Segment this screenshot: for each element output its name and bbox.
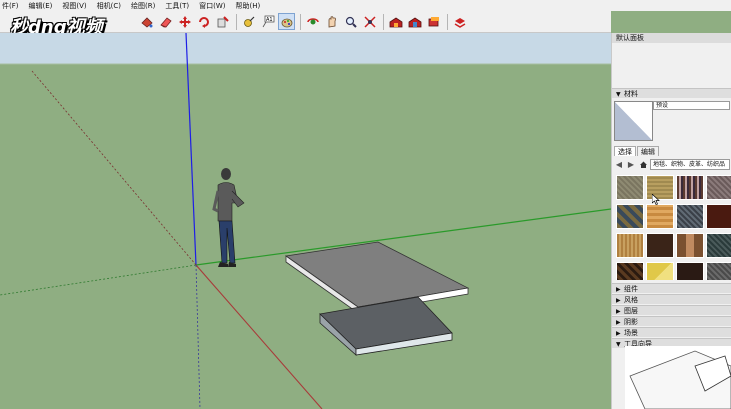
offset-icon[interactable] bbox=[214, 13, 231, 30]
chevron-down-icon: ▼ bbox=[616, 91, 621, 98]
forward-arrow-icon[interactable]: ▶ bbox=[626, 159, 636, 169]
materials-header[interactable]: ▼ 材料 bbox=[612, 88, 731, 98]
scene-canvas[interactable] bbox=[0, 33, 611, 409]
back-arrow-icon[interactable]: ◀ bbox=[614, 159, 624, 169]
styles-section[interactable]: ▶ 风格 bbox=[612, 294, 731, 304]
default-tray-panel: 默认面板 ▼ 材料 预设 选择 编辑 ◀ ▶ 地毯、织物、皮革、纺织品 ▶ 组件… bbox=[611, 33, 731, 409]
material-swatch[interactable] bbox=[706, 233, 731, 258]
components-section[interactable]: ▶ 组件 bbox=[612, 283, 731, 293]
component-icon[interactable] bbox=[425, 13, 442, 30]
chevron-down-icon: ▼ bbox=[616, 341, 621, 348]
materials-tabs: 选择 编辑 bbox=[614, 146, 660, 156]
tab-edit[interactable]: 编辑 bbox=[637, 146, 659, 156]
material-swatch[interactable] bbox=[616, 204, 644, 229]
extension-warehouse-icon[interactable] bbox=[406, 13, 423, 30]
material-swatch[interactable] bbox=[646, 175, 674, 200]
material-swatch[interactable] bbox=[646, 233, 674, 258]
modeling-viewport[interactable] bbox=[0, 33, 611, 409]
material-name-field[interactable]: 预设 bbox=[653, 101, 730, 110]
material-swatch[interactable] bbox=[616, 262, 644, 280]
material-library-select[interactable]: 地毯、织物、皮革、纺织品 bbox=[650, 158, 730, 170]
paint-tool-icon[interactable] bbox=[278, 13, 295, 30]
material-swatch[interactable] bbox=[706, 262, 731, 280]
paint-bucket-icon[interactable] bbox=[138, 13, 155, 30]
warehouse-icon[interactable] bbox=[387, 13, 404, 30]
orbit-icon[interactable] bbox=[304, 13, 321, 30]
layers-icon[interactable] bbox=[451, 13, 468, 30]
material-swatch[interactable] bbox=[676, 175, 704, 200]
layers-section[interactable]: ▶ 图层 bbox=[612, 305, 731, 315]
material-swatch[interactable] bbox=[676, 233, 704, 258]
menu-help[interactable]: 帮助(H) bbox=[235, 1, 260, 11]
material-swatch-grid bbox=[616, 175, 731, 280]
material-swatch[interactable] bbox=[616, 175, 644, 200]
ground-plane bbox=[0, 64, 611, 409]
library-nav-row: ◀ ▶ 地毯、织物、皮革、纺织品 bbox=[614, 157, 730, 171]
material-swatch[interactable] bbox=[706, 175, 731, 200]
material-swatch[interactable] bbox=[646, 262, 674, 280]
menu-file[interactable]: 件(F) bbox=[2, 1, 19, 11]
menu-camera[interactable]: 相机(C) bbox=[97, 1, 121, 11]
zoom-icon[interactable] bbox=[342, 13, 359, 30]
move-icon[interactable] bbox=[176, 13, 193, 30]
menu-bar: 件(F) 编辑(E) 视图(V) 相机(C) 绘图(R) 工具(T) 窗口(W)… bbox=[0, 0, 731, 11]
material-swatch[interactable] bbox=[706, 204, 731, 229]
tape-measure-icon[interactable] bbox=[240, 13, 257, 30]
menu-edit[interactable]: 编辑(E) bbox=[29, 1, 53, 11]
material-preview-swatch[interactable] bbox=[614, 101, 653, 141]
material-swatch[interactable] bbox=[676, 262, 704, 280]
eraser-icon[interactable] bbox=[157, 13, 174, 30]
material-swatch[interactable] bbox=[676, 204, 704, 229]
tray-title: 默认面板 bbox=[612, 33, 731, 43]
scenes-section[interactable]: ▶ 场景 bbox=[612, 327, 731, 337]
pan-icon[interactable] bbox=[323, 13, 340, 30]
material-swatch[interactable] bbox=[616, 233, 644, 258]
home-icon[interactable] bbox=[638, 159, 648, 169]
tab-select[interactable]: 选择 bbox=[614, 146, 636, 156]
shadows-section[interactable]: ▶ 阴影 bbox=[612, 316, 731, 326]
menu-window[interactable]: 窗口(W) bbox=[199, 1, 225, 11]
menu-view[interactable]: 视图(V) bbox=[62, 1, 86, 11]
zoom-extents-icon[interactable] bbox=[361, 13, 378, 30]
svg-text:A1: A1 bbox=[266, 17, 273, 23]
sky bbox=[0, 33, 611, 64]
material-swatch[interactable] bbox=[646, 204, 674, 229]
menu-draw[interactable]: 绘图(R) bbox=[131, 1, 155, 11]
menu-tools[interactable]: 工具(T) bbox=[165, 1, 189, 11]
rotate-icon[interactable] bbox=[195, 13, 212, 30]
mouse-cursor-icon bbox=[652, 194, 660, 205]
instructor-preview bbox=[625, 346, 731, 409]
text-tool-icon[interactable]: A1 bbox=[259, 13, 276, 30]
